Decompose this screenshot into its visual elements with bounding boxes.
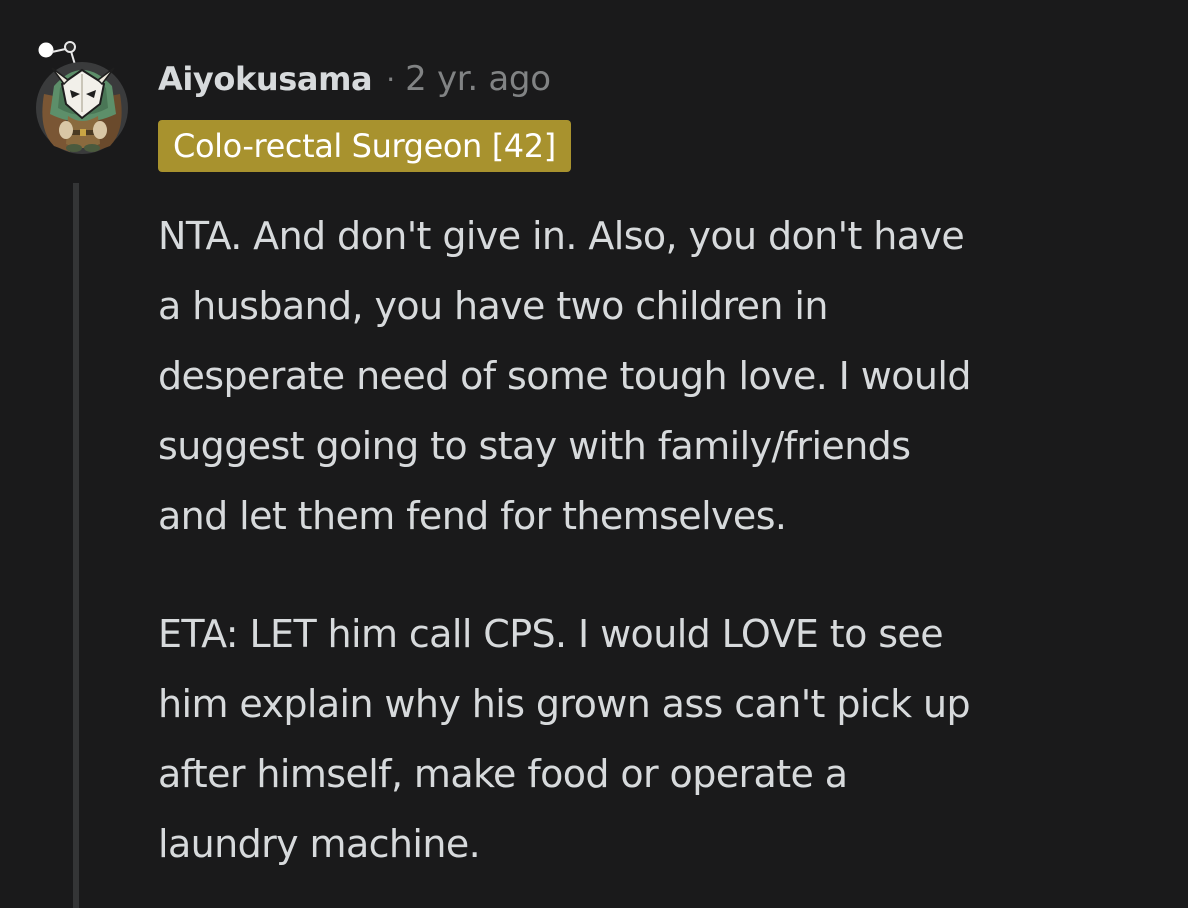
thread-collapse-line[interactable] <box>73 183 79 908</box>
comment-paragraph: ETA: LET him call CPS. I would LOVE to s… <box>158 599 1158 879</box>
meta-separator: · <box>386 62 396 96</box>
snoo-avatar-masked-character-icon <box>35 39 128 154</box>
comment-line: suggest going to stay with family/friend… <box>158 424 911 468</box>
comment-line: ETA: LET him call CPS. I would LOVE to s… <box>158 612 944 656</box>
comment-body: NTA. And don't give in. Also, you don't … <box>158 201 1158 879</box>
comment-line: laundry machine. <box>158 822 481 866</box>
comment-line: desperate need of some tough love. I wou… <box>158 354 971 398</box>
comment-line: a husband, you have two children in <box>158 284 828 328</box>
comment-meta: Aiyokusama · 2 yr. ago <box>158 54 551 104</box>
comment-timestamp[interactable]: 2 yr. ago <box>405 59 551 99</box>
comment-line: him explain why his grown ass can't pick… <box>158 682 971 726</box>
comment-line: after himself, make food or operate a <box>158 752 848 796</box>
comment-paragraph: NTA. And don't give in. Also, you don't … <box>158 201 1158 551</box>
comment: Aiyokusama · 2 yr. ago Colo-rectal Surge… <box>0 0 1188 908</box>
comment-line: NTA. And don't give in. Also, you don't … <box>158 214 965 258</box>
user-flair-badge: Colo-rectal Surgeon [42] <box>158 120 571 172</box>
comment-line: and let them fend for themselves. <box>158 494 787 538</box>
username-link[interactable]: Aiyokusama <box>158 60 373 98</box>
user-avatar[interactable] <box>24 34 132 160</box>
